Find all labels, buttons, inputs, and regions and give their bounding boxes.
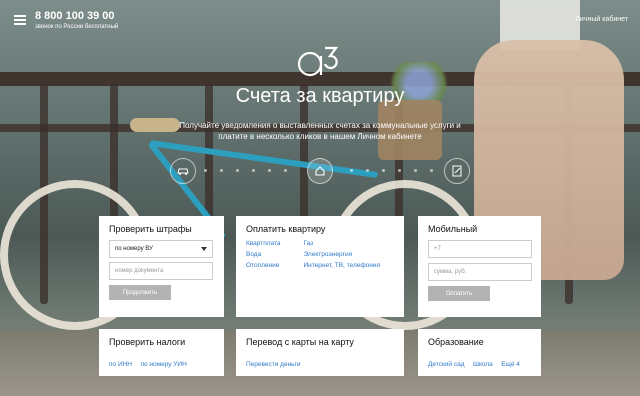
link-electricity[interactable]: Электроэнергия: [303, 251, 394, 258]
car-icon[interactable]: [170, 158, 196, 184]
mobile-card: Мобильный +7 сумма, руб. Оплатить: [418, 216, 541, 317]
service-slider: [170, 158, 470, 184]
card-title: Проверить штрафы: [109, 224, 192, 234]
taxes-card: Проверить налоги по ИНН по номеру УИН: [99, 329, 224, 376]
pay-button[interactable]: Оплатить: [428, 286, 490, 301]
card-title: Оплатить квартиру: [246, 224, 326, 234]
page-subtitle: Получайте уведомления о выставленных сче…: [179, 121, 461, 141]
link-by-inn[interactable]: по ИНН: [109, 361, 132, 368]
education-card: Образование Детский сад Школа Ещё 4: [418, 329, 541, 376]
link-transfer-money[interactable]: Перевести деньги: [246, 361, 301, 368]
page-title: Счета за квартиру: [235, 85, 405, 107]
phone-note: звонок по России бесплатный: [35, 24, 119, 30]
amount-input[interactable]: сумма, руб.: [428, 263, 532, 281]
phone-input[interactable]: +7: [428, 240, 532, 258]
card-title: Проверить налоги: [109, 337, 186, 347]
continue-button[interactable]: Продолжить: [109, 285, 171, 300]
a3-logo-icon[interactable]: [296, 44, 344, 78]
link-kindergarten[interactable]: Детский сад: [428, 361, 465, 368]
apartment-card: Оплатить квартиру Квартплата Газ Вода Эл…: [236, 216, 404, 317]
fines-card: Проверить штрафы по номеру ВУ номер доку…: [99, 216, 224, 317]
link-gas[interactable]: Газ: [303, 240, 394, 247]
card-title: Перевод с карты на карту: [246, 337, 354, 347]
link-rent[interactable]: Квартплата: [246, 240, 294, 247]
link-water[interactable]: Вода: [246, 251, 294, 258]
link-by-uin[interactable]: по номеру УИН: [140, 361, 186, 368]
card-title: Мобильный: [428, 224, 478, 234]
link-more[interactable]: Ещё 4: [501, 361, 520, 368]
menu-icon[interactable]: [14, 15, 26, 25]
phone-number: 8 800 100 39 00: [35, 10, 115, 22]
link-internet[interactable]: Интернет, ТВ, телефония: [303, 262, 394, 269]
personal-cabinet-link[interactable]: Личный кабинет: [575, 16, 628, 23]
document-type-select[interactable]: по номеру ВУ: [109, 240, 213, 258]
document-icon[interactable]: [444, 158, 470, 184]
transfer-card: Перевод с карты на карту Перевести деньг…: [236, 329, 404, 376]
chevron-down-icon: [201, 247, 207, 251]
top-bar: 8 800 100 39 00 звонок по России бесплат…: [0, 0, 640, 40]
link-heating[interactable]: Отопление: [246, 262, 294, 269]
card-title: Образование: [428, 337, 484, 347]
document-number-input[interactable]: номер документа: [109, 262, 213, 280]
house-icon[interactable]: [307, 158, 333, 184]
link-school[interactable]: Школа: [473, 361, 493, 368]
